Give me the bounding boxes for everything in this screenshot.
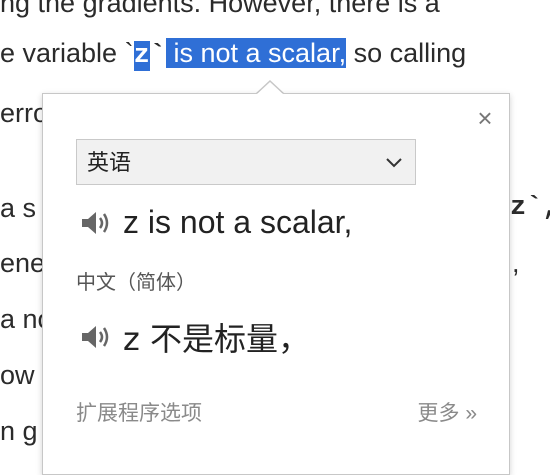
paragraph-fragment: a s [0, 193, 37, 223]
paragraph-line: erro [0, 98, 49, 128]
highlighted-selection: is not a scalar, [165, 38, 347, 68]
paragraph-line: ng the gradients. However, there is a [0, 0, 440, 18]
source-text: z is not a scalar, [123, 204, 353, 240]
translate-popup: × 英语 z is not a scalar, 中文（简体） z 不是标量， 扩… [42, 93, 510, 475]
target-row: z 不是标量， [79, 314, 310, 360]
target-language-label: 中文（简体） [76, 272, 196, 294]
translated-text: z 不是标量， [123, 320, 310, 358]
popup-arrow-inner [257, 82, 283, 94]
paragraph-fragment: z`, [510, 193, 550, 223]
source-language-select[interactable]: 英语 [76, 139, 416, 185]
code-backtick: ` [149, 41, 166, 71]
paragraph-fragment: ow [0, 360, 35, 390]
paragraph-line-selected: e variable `z` is not a scalar, so calli… [0, 38, 467, 71]
text-segment: e variable ` [0, 38, 134, 68]
source-language-value: 英语 [87, 150, 132, 175]
chevron-down-icon [386, 158, 402, 168]
paragraph-fragment: , [512, 248, 520, 278]
paragraph-fragment: ene [0, 248, 46, 278]
more-link[interactable]: 更多 » [417, 397, 477, 427]
text-segment: so calling [346, 38, 467, 68]
close-button[interactable]: × [471, 104, 499, 132]
highlighted-code: z [133, 41, 150, 71]
extension-options-link[interactable]: 扩展程序选项 [76, 397, 202, 427]
speaker-icon[interactable] [79, 208, 113, 238]
speaker-icon[interactable] [79, 322, 113, 352]
paragraph-fragment: n g [0, 416, 38, 446]
source-row: z is not a scalar, [79, 204, 352, 241]
